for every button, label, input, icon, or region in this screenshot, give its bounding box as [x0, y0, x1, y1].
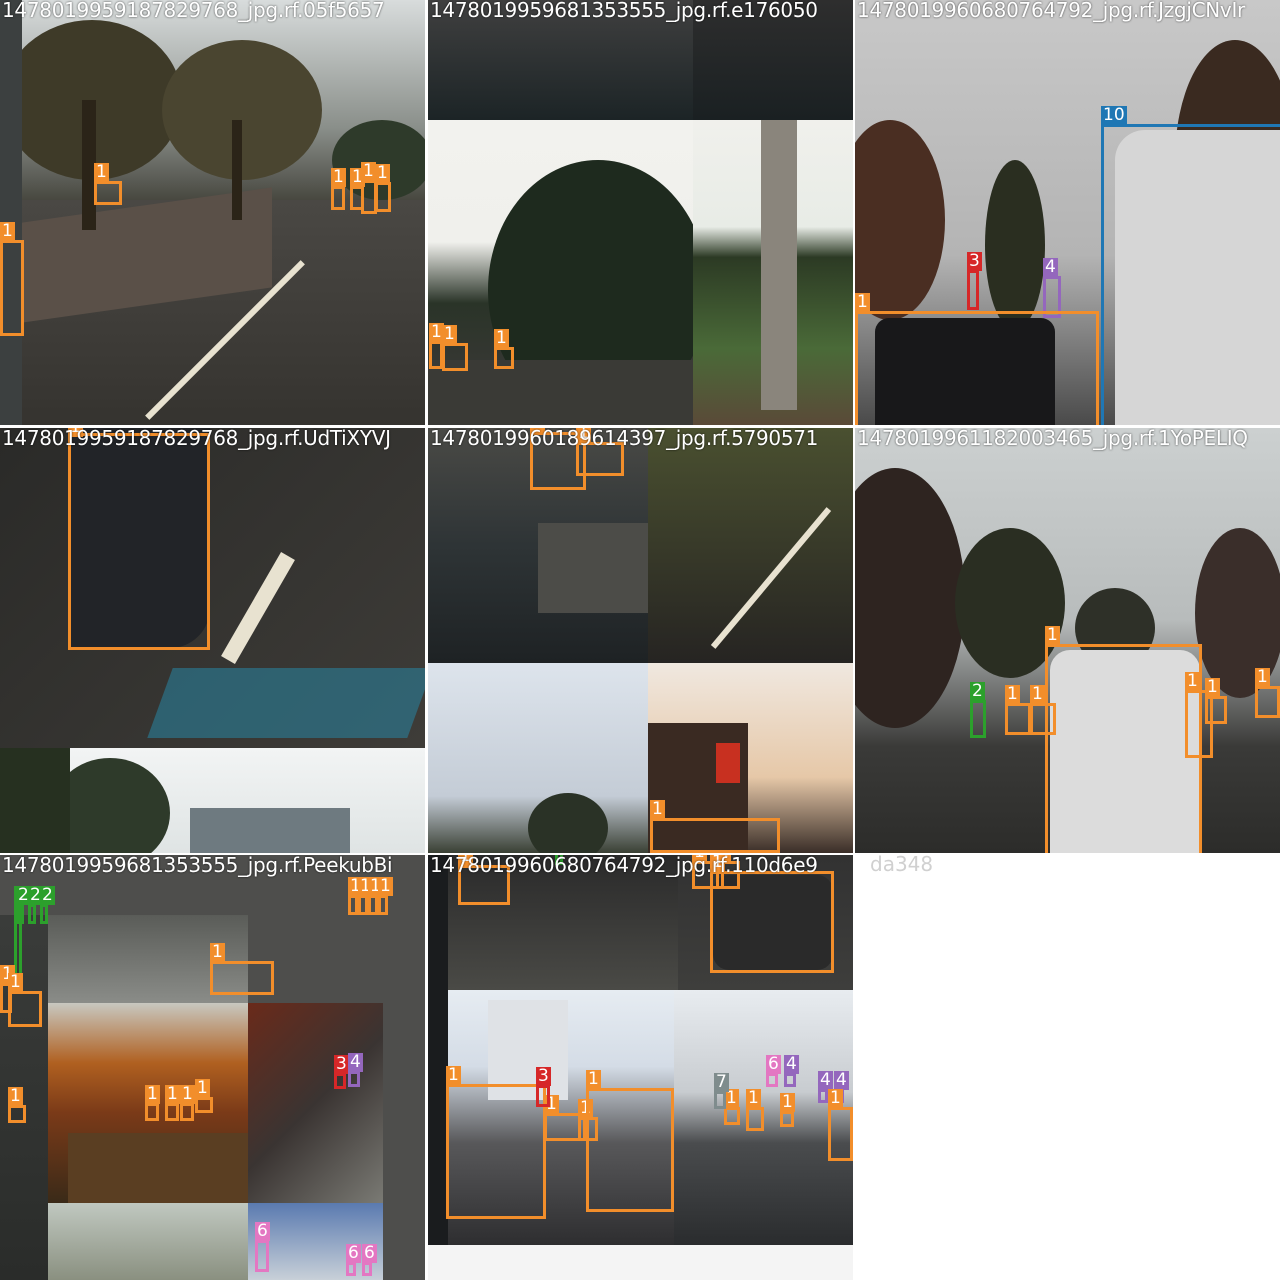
bbox-car: 1 [358, 877, 373, 915]
building-facade [70, 748, 425, 853]
bbox-car: 1 [446, 1066, 546, 1219]
mosaic-tile-4: 1478019959187829768_jpg.rf.UdTiXYVJ 1 [0, 428, 425, 853]
bbox-car: 1 [375, 164, 391, 212]
sidewalk-scene [648, 428, 853, 663]
bbox-car: 1 [746, 1089, 764, 1131]
mosaic-tile-8: 1478019960680764792_jpg.rf.110d6e9 1 1 1… [428, 855, 853, 1280]
bbox-car: 1 [8, 973, 42, 1027]
bbox-car: 1 [494, 329, 514, 369]
bbox-car: 1 [724, 1089, 740, 1125]
bbox-traffic-light: 4 [784, 1055, 799, 1087]
bbox-car: 1 [145, 1085, 160, 1121]
bbox-car: 1 [780, 1093, 795, 1127]
mosaic-tile-6: 1478019961182003465_jpg.rf.1YoPELIQ 1 2 … [855, 428, 1280, 853]
bbox-car: 1 [586, 1070, 674, 1212]
bbox-traffic-sign: 6 [766, 1055, 781, 1087]
bbox-car: 1 [180, 1085, 195, 1121]
mosaic-tile-5: 1478019960189614397_jpg.rf.5790571 1 1 1 [428, 428, 853, 853]
mosaic-tile-3: 1478019960680764792_jpg.rf.JzgjCNvIr 10 … [855, 0, 1280, 425]
bbox-traffic-sign: 7 [714, 1073, 729, 1109]
bbox-traffic-light: 2 [40, 886, 55, 924]
bbox-car: 1 [348, 877, 363, 915]
bbox-car: 1 [710, 855, 834, 973]
mosaic-tile-1: 1478019959187829768_jpg.rf.05f5657 1 1 1… [0, 0, 425, 425]
bbox-car: 1 [650, 800, 780, 853]
image-filename: 1478019959681353555_jpg.rf.e176050 [430, 0, 818, 22]
mosaic-tile-2: 1478019959681353555_jpg.rf.e176050 1 1 1 [428, 0, 853, 425]
bbox-car: 1 [442, 325, 468, 371]
image-filename: 1478019959187829768_jpg.rf.05f5657 [2, 0, 385, 22]
bbox-bus: 10 [1101, 106, 1280, 425]
bbox-traffic-light-red: 3 [536, 1067, 551, 1107]
bbox-car: 1 [828, 1089, 853, 1161]
bbox-traffic-light: 4 [818, 1071, 833, 1103]
image-filename: 1478019959187829768_jpg.rf.UdTiXYVJ [2, 428, 391, 450]
bbox-car: 1 [68, 428, 210, 650]
bbox-car: 1 [1030, 685, 1056, 735]
bbox-car: 1 [195, 1079, 213, 1113]
bbox-car: 1 [1045, 626, 1202, 853]
bbox-car: 1 [331, 168, 346, 210]
close-up-road [0, 428, 425, 748]
image-filename: 1478019960680764792_jpg.rf.JzgjCNvIr [857, 0, 1245, 22]
image-filename: 1478019961182003465_jpg.rf.1YoPELIQ [857, 428, 1248, 450]
bbox-car: 1 [165, 1085, 180, 1121]
bbox-traffic-light-red: 3 [334, 1055, 349, 1089]
bbox-traffic-sign: 6 [255, 1222, 270, 1272]
bbox-car: 1 [8, 1087, 26, 1123]
blurred-street [248, 1003, 383, 1203]
bbox-car: 1 [378, 877, 393, 915]
bbox-car: 1 [94, 163, 122, 205]
bbox-car: 1 [210, 943, 274, 995]
bbox-traffic-sign: 6 [362, 1244, 377, 1276]
bbox-traffic-light: 4 [348, 1053, 363, 1087]
bbox-car: 1 [1255, 668, 1280, 718]
park-scene [693, 120, 853, 425]
power-lines-sky [428, 663, 648, 853]
bbox-car: 1 [368, 877, 383, 915]
bbox-traffic-light-red: 3 [967, 252, 982, 310]
trees-sky [48, 1203, 248, 1280]
bbox-traffic-sign: 6 [346, 1244, 361, 1276]
bbox-car: 1 [0, 222, 24, 336]
image-filename: 1478019960189614397_jpg.rf.5790571 [430, 428, 819, 450]
bbox-car: 1 [429, 323, 444, 369]
bbox-traffic-light: 2 [970, 682, 986, 738]
image-filename: 1478019959681353555_jpg.rf.PeekubBi [2, 855, 393, 877]
bbox-car: 1 [1005, 685, 1031, 735]
image-filename: 1478019960680764792_jpg.rf.110d6e9 [430, 855, 818, 877]
mosaic-tile-7: 1478019959681353555_jpg.rf.PeekubBi 2 2 … [0, 855, 425, 1280]
overflow-filename-text: da348 [870, 852, 934, 876]
bbox-car: 1 [1205, 678, 1227, 724]
tree-lined-road [428, 120, 693, 425]
bbox-traffic-light: 2 [28, 886, 43, 924]
bbox-car: 1 [855, 293, 1099, 425]
bbox-traffic-light: 2 [16, 886, 31, 924]
